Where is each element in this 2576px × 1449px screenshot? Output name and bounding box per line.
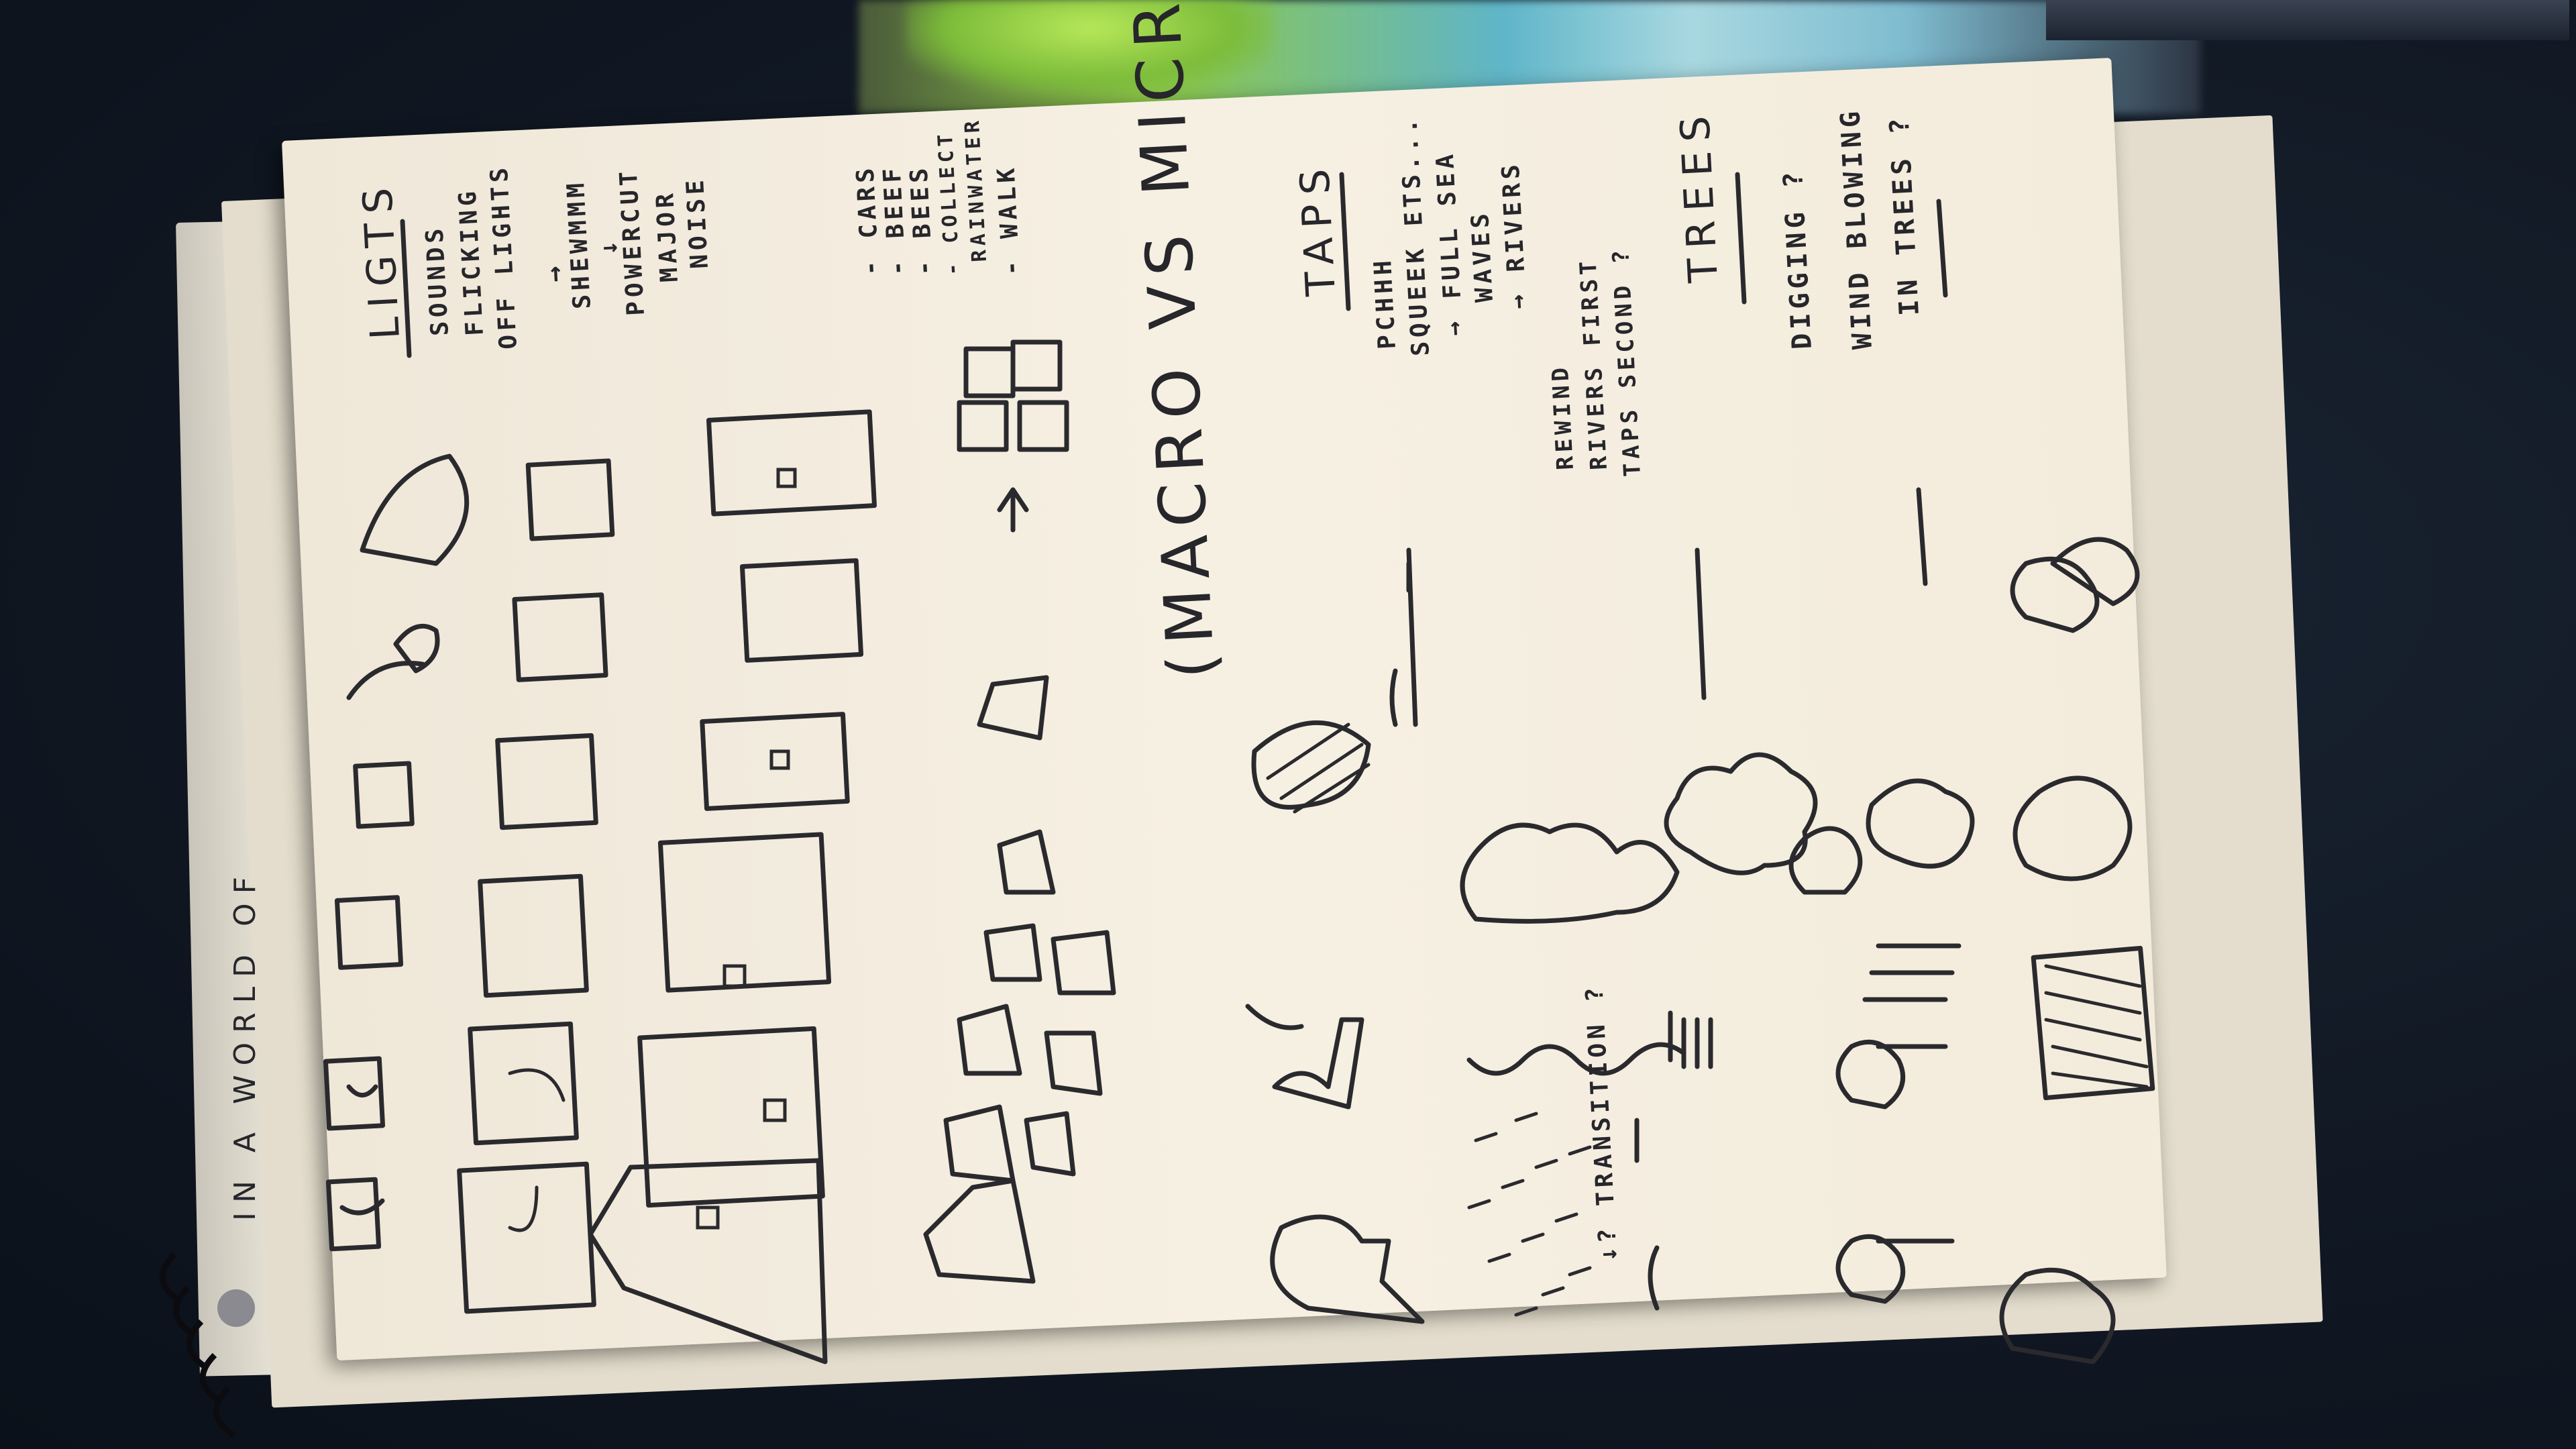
list-notes: - CARS - BEEF - BEES - COLLECT RAINWATER… bbox=[851, 116, 1026, 276]
svg-text:→ RIVERS: → RIVERS bbox=[1497, 160, 1532, 309]
doodle-taps-and-people bbox=[1245, 561, 1425, 1324]
svg-text:REWIND: REWIND bbox=[1547, 363, 1579, 471]
cover-text: IN A WORLD OF bbox=[228, 867, 262, 1221]
taps-notes: PCHHH SQUEEK ETS... → FULL SEA WAVES → R… bbox=[1369, 114, 1646, 477]
svg-text:OFF LIGHTS: OFF LIGHTS bbox=[486, 163, 523, 350]
svg-text:SQUEEK ETS...: SQUEEK ETS... bbox=[1395, 114, 1435, 356]
svg-text:- WALK: - WALK bbox=[992, 164, 1026, 276]
svg-text:RIVERS FIRST: RIVERS FIRST bbox=[1574, 256, 1613, 470]
lights-heading: LIGTS bbox=[354, 177, 409, 341]
svg-text:MAJOR: MAJOR bbox=[651, 189, 684, 282]
doodle-rain bbox=[1467, 1112, 1592, 1317]
svg-text:SOUNDS: SOUNDS bbox=[421, 224, 454, 337]
svg-text:→ FULL SEA: → FULL SEA bbox=[1432, 150, 1468, 337]
svg-text:WIND BLOWING: WIND BLOWING bbox=[1835, 107, 1878, 350]
sketchbook-photo: IN A WORLD OF (MACRO VS MICRO) LIGTS SOU… bbox=[0, 0, 2576, 1449]
trees-notes-underline bbox=[1936, 199, 1948, 298]
doodle-windows-row bbox=[457, 458, 615, 1314]
doodle-lamps bbox=[346, 453, 470, 700]
svg-text:WAVES: WAVES bbox=[1466, 209, 1499, 303]
trees-underline bbox=[1735, 172, 1747, 305]
doodle-buildings bbox=[588, 409, 877, 1364]
svg-text:TAPS SECOND ?: TAPS SECOND ? bbox=[1607, 246, 1646, 478]
svg-text:IN TREES ?: IN TREES ? bbox=[1884, 113, 1925, 317]
svg-text:- BEES: - BEES bbox=[905, 164, 938, 276]
taps-heading: TAPS bbox=[1291, 158, 1345, 298]
svg-text:POWERCUT: POWERCUT bbox=[614, 166, 650, 316]
svg-text:DIGGING ?: DIGGING ? bbox=[1778, 167, 1818, 350]
svg-text:RAINWATER: RAINWATER bbox=[961, 116, 991, 262]
macro-vs-micro-heading: (MACRO VS MICRO) bbox=[1114, 0, 1230, 681]
doodle-boxes-row bbox=[323, 761, 415, 1252]
transition-note: ↓? TRANSITION ? bbox=[1580, 983, 1623, 1263]
svg-text:PCHHH: PCHHH bbox=[1369, 256, 1401, 350]
doodle-clouds bbox=[1664, 752, 1975, 895]
trees-notes: DIGGING ? WIND BLOWING IN TREES ? bbox=[1778, 107, 1925, 350]
svg-text:SHEWMMM: SHEWMMM bbox=[562, 178, 596, 310]
lights-notes: SOUNDS FLICKING OFF LIGHTS → SHEWMMM ↓ P… bbox=[421, 163, 714, 350]
svg-text:- COLLECT: - COLLECT bbox=[934, 129, 965, 276]
doodle-ground-lines bbox=[1406, 487, 1928, 727]
sketch-drawings: IN A WORLD OF (MACRO VS MICRO) LIGTS SOU… bbox=[228, 0, 2155, 1364]
svg-text:→: → bbox=[538, 261, 570, 282]
svg-text:FLICKING: FLICKING bbox=[453, 186, 489, 336]
svg-text:NOISE: NOISE bbox=[682, 175, 714, 269]
doodle-small-houses bbox=[923, 339, 1116, 1284]
doodle-trees bbox=[1835, 537, 2155, 1364]
trees-heading: TREES bbox=[1671, 105, 1727, 284]
